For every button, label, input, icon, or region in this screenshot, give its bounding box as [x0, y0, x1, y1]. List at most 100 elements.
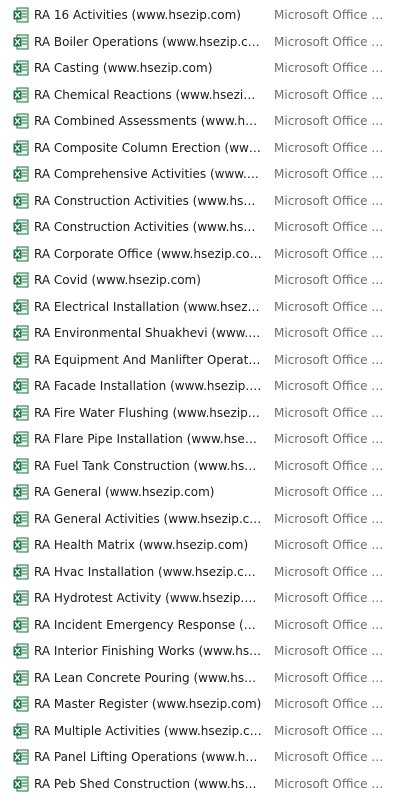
excel-file-icon: [13, 113, 29, 129]
file-name: RA Master Register (www.hsezip.com): [34, 697, 262, 711]
file-type: Microsoft Office E...: [274, 87, 384, 102]
file-name: RA Interior Finishing Works (www.hsezip.…: [34, 644, 262, 658]
file-type: Microsoft Office E...: [274, 485, 384, 499]
file-name: RA Casting (www.hsezip.com): [34, 61, 213, 75]
excel-file-icon: [13, 325, 29, 341]
file-type: Microsoft Office E...: [274, 538, 384, 552]
file-name: RA Comprehensive Activities (www.hsezi..…: [34, 167, 262, 181]
file-name: RA Covid (www.hsezip.com): [34, 273, 201, 287]
excel-file-icon: [13, 431, 29, 447]
excel-file-icon: [13, 537, 29, 553]
file-name: RA Facade Installation (www.hsezip.com): [34, 379, 262, 393]
file-name: RA Panel Lifting Operations (www.hsezip.…: [34, 750, 262, 764]
file-row[interactable]: RA Corporate Office (www.hsezip.com) Mic…: [0, 241, 400, 267]
excel-file-icon: [13, 378, 29, 394]
file-type: Microsoft Office E...: [274, 511, 384, 526]
file-name: RA Health Matrix (www.hsezip.com): [34, 538, 249, 552]
file-name: RA 16 Activities (www.hsezip.com): [34, 8, 241, 22]
file-row[interactable]: RA Hydrotest Activity (www.hsezip.com) M…: [0, 585, 400, 611]
file-name: RA Electrical Installation (www.hsezip.c…: [34, 299, 262, 314]
excel-file-icon: [13, 776, 29, 791]
file-row[interactable]: RA Fire Water Flushing (www.hsezip.com) …: [0, 400, 400, 426]
file-name: RA Multiple Activities (www.hsezip.com): [34, 723, 262, 738]
file-type: Microsoft Office E...: [274, 8, 384, 22]
file-name: RA General (www.hsezip.com): [34, 485, 215, 499]
file-name: RA Construction Activities (www.hsezip.c…: [34, 220, 262, 234]
file-type: Microsoft Office E...: [274, 326, 384, 340]
file-row[interactable]: RA Chemical Reactions (www.hsezip.com) M…: [0, 82, 400, 108]
file-type: Microsoft Office E...: [274, 34, 384, 49]
file-row[interactable]: RA Flare Pipe Installation (www.hsezip.c…: [0, 426, 400, 452]
file-type: Microsoft Office E...: [274, 750, 384, 764]
file-row[interactable]: RA Health Matrix (www.hsezip.com) Micros…: [0, 532, 400, 558]
file-row[interactable]: RA Construction Activities (www.hsezip.c…: [0, 188, 400, 214]
excel-file-icon: [13, 643, 29, 659]
excel-file-icon: [13, 590, 29, 606]
file-name: RA Lean Concrete Pouring (www.hsezip....: [34, 670, 262, 685]
excel-file-icon: [13, 749, 29, 765]
file-type: Microsoft Office E...: [274, 644, 384, 658]
file-type: Microsoft Office E...: [274, 193, 384, 208]
file-row[interactable]: RA Peb Shed Construction (www.hsezip....…: [0, 771, 400, 797]
excel-file-icon: [13, 272, 29, 288]
file-row[interactable]: RA Multiple Activities (www.hsezip.com) …: [0, 718, 400, 744]
file-name: RA Combined Assessments (www.hsezip....: [34, 114, 262, 128]
excel-file-icon: [13, 511, 29, 526]
file-row[interactable]: RA 16 Activities (www.hsezip.com) Micros…: [0, 2, 400, 28]
file-row[interactable]: RA General Activities (www.hsezip.com) M…: [0, 506, 400, 532]
file-type: Microsoft Office E...: [274, 697, 384, 711]
file-name: RA Incident Emergency Response (www....: [34, 617, 262, 632]
file-name: RA Fire Water Flushing (www.hsezip.com): [34, 405, 262, 420]
excel-file-icon: [13, 617, 29, 632]
file-type: Microsoft Office E...: [274, 167, 384, 181]
file-row[interactable]: RA Construction Activities (www.hsezip.c…: [0, 214, 400, 240]
file-type: Microsoft Office E...: [274, 220, 384, 234]
file-row[interactable]: RA Facade Installation (www.hsezip.com) …: [0, 373, 400, 399]
excel-file-icon: [13, 60, 29, 76]
file-row[interactable]: RA Master Register (www.hsezip.com) Micr…: [0, 691, 400, 717]
excel-file-icon: [13, 564, 29, 579]
excel-file-icon: [13, 34, 29, 49]
file-type: Microsoft Office E...: [274, 776, 384, 791]
file-name: RA Environmental Shuakhevi (www.hsezi...: [34, 326, 262, 340]
file-name: RA Corporate Office (www.hsezip.com): [34, 246, 262, 261]
file-row[interactable]: RA Electrical Installation (www.hsezip.c…: [0, 294, 400, 320]
file-row[interactable]: RA Environmental Shuakhevi (www.hsezi...…: [0, 320, 400, 346]
excel-file-icon: [13, 458, 29, 473]
file-row[interactable]: RA Comprehensive Activities (www.hsezi..…: [0, 161, 400, 187]
file-row[interactable]: RA Covid (www.hsezip.com) Microsoft Offi…: [0, 267, 400, 293]
file-row[interactable]: RA Incident Emergency Response (www.... …: [0, 612, 400, 638]
file-row[interactable]: RA Combined Assessments (www.hsezip.... …: [0, 108, 400, 134]
file-type: Microsoft Office E...: [274, 246, 384, 261]
file-type: Microsoft Office E...: [274, 564, 384, 579]
excel-file-icon: [13, 246, 29, 261]
excel-file-icon: [13, 166, 29, 182]
file-type: Microsoft Office E...: [274, 61, 384, 75]
file-name: RA Chemical Reactions (www.hsezip.com): [34, 87, 262, 102]
file-row[interactable]: RA General (www.hsezip.com) Microsoft Of…: [0, 479, 400, 505]
file-name: RA Hvac Installation (www.hsezip.com): [34, 564, 262, 579]
excel-file-icon: [13, 219, 29, 235]
file-type: Microsoft Office E...: [274, 458, 384, 473]
excel-file-icon: [13, 7, 29, 23]
file-row[interactable]: RA Boiler Operations (www.hsezip.com) Mi…: [0, 29, 400, 55]
file-type: Microsoft Office E...: [274, 379, 384, 393]
file-row[interactable]: RA Fuel Tank Construction (www.hsezip...…: [0, 453, 400, 479]
file-type: Microsoft Office E...: [274, 591, 384, 605]
file-type: Microsoft Office E...: [274, 432, 384, 446]
file-list: RA 16 Activities (www.hsezip.com) Micros…: [0, 0, 400, 800]
file-name: RA Boiler Operations (www.hsezip.com): [34, 34, 262, 49]
file-row[interactable]: RA Composite Column Erection (www.hs... …: [0, 135, 400, 161]
file-row[interactable]: RA Interior Finishing Works (www.hsezip.…: [0, 638, 400, 664]
file-type: Microsoft Office E...: [274, 114, 384, 128]
file-name: RA Equipment And Manlifter Operations ..…: [34, 352, 262, 367]
file-name: RA Composite Column Erection (www.hs...: [34, 140, 262, 155]
file-row[interactable]: RA Panel Lifting Operations (www.hsezip.…: [0, 744, 400, 770]
file-row[interactable]: RA Lean Concrete Pouring (www.hsezip....…: [0, 665, 400, 691]
file-name: RA Fuel Tank Construction (www.hsezip...…: [34, 458, 262, 473]
file-row[interactable]: RA Casting (www.hsezip.com) Microsoft Of…: [0, 55, 400, 81]
file-row[interactable]: RA Hvac Installation (www.hsezip.com) Mi…: [0, 559, 400, 585]
excel-file-icon: [13, 670, 29, 685]
file-row[interactable]: RA Equipment And Manlifter Operations ..…: [0, 347, 400, 373]
excel-file-icon: [13, 352, 29, 367]
